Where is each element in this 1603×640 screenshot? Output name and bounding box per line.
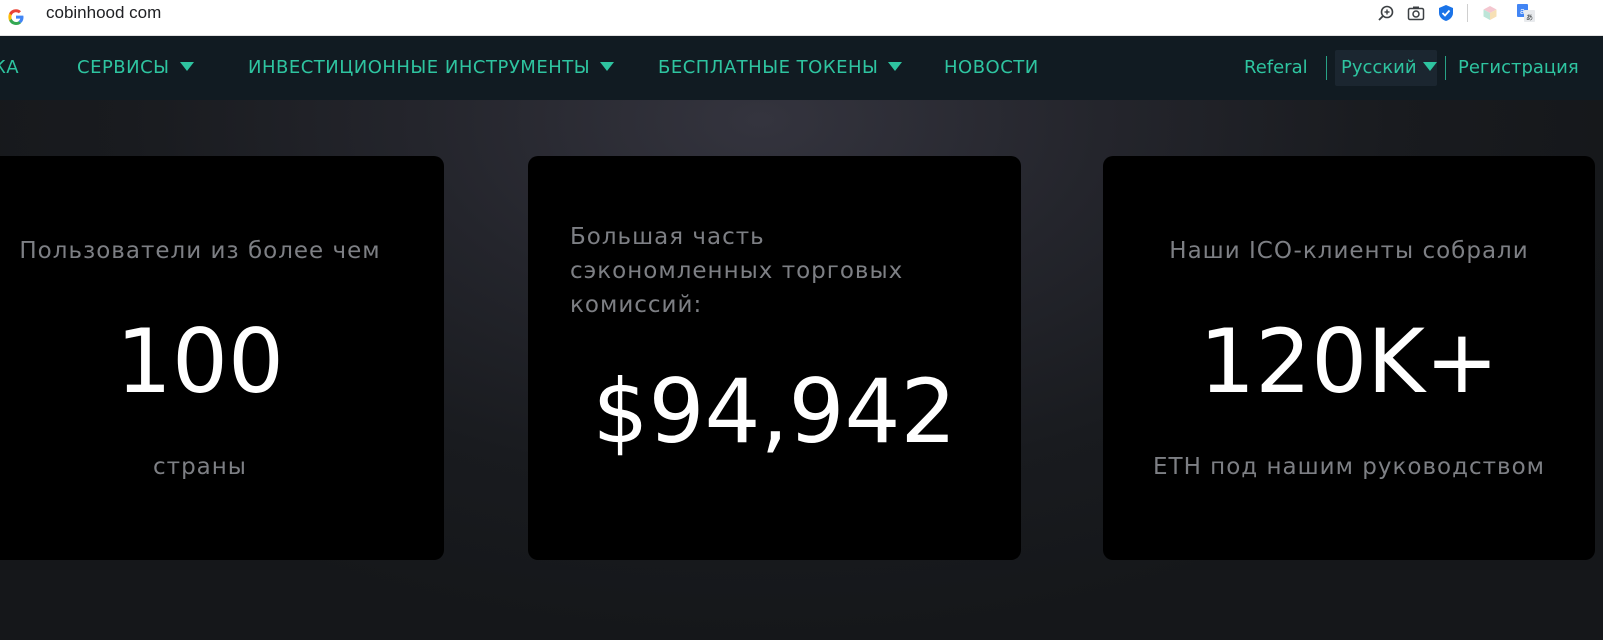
nav-item-services[interactable]: СЕРВИСЫ (77, 36, 194, 100)
caret-down-icon (179, 62, 194, 71)
nav-item-label: НОВОСТИ (944, 57, 1039, 78)
stat-top-label: Наши ICO-клиенты собрали (1169, 238, 1529, 264)
referal-link[interactable]: Referal (1244, 36, 1308, 100)
browser-address-bar: cobinhood com aあ (0, 0, 1603, 36)
stat-value: 100 (116, 310, 284, 413)
nav-item-label: КА (0, 57, 20, 78)
stat-card-ico: Наши ICO-клиенты собрали 120K+ ETH под н… (1103, 156, 1595, 560)
stat-value: $94,942 (592, 360, 957, 463)
stat-top-label: Пользователи из более чем (19, 238, 381, 264)
stat-top-label-line: Большая часть (570, 224, 765, 250)
nav-item-partial[interactable]: КА (0, 36, 19, 100)
shield-check-icon[interactable] (1436, 3, 1456, 23)
nav-item-label: СЕРВИСЫ (77, 57, 170, 78)
nav-item-investment-tools[interactable]: ИНВЕСТИЦИОННЫЕ ИНСТРУМЕНТЫ (248, 36, 615, 100)
nav-divider (1445, 56, 1446, 80)
caret-down-icon (600, 62, 615, 71)
zoom-in-icon[interactable] (1376, 3, 1396, 23)
page: cobinhood com aあ КА СЕРВИСЫ ИНВЕСТИЦИОНН… (0, 0, 1603, 640)
language-selector-label[interactable]: Русский (1341, 36, 1437, 100)
stat-bottom-label: ETH под нашим руководством (1152, 454, 1546, 480)
caret-down-icon (1422, 62, 1437, 71)
stat-card-countries: Пользователи из более чем 100 страны (0, 156, 444, 560)
extension-cube-icon[interactable] (1480, 3, 1500, 23)
stat-top-label: Большая часть сэкономленных торговых ком… (570, 220, 903, 322)
language-label: Русский (1341, 57, 1417, 78)
stat-bottom-label: страны (153, 454, 247, 480)
nav-item-label: БЕСПЛАТНЫЕ ТОКЕНЫ (658, 57, 879, 78)
nav-item-label: ИНВЕСТИЦИОННЫЕ ИНСТРУМЕНТЫ (248, 57, 591, 78)
stat-top-label-line: комиссий: (570, 292, 703, 318)
nav-item-news[interactable]: НОВОСТИ (944, 36, 1039, 100)
stat-card-savings: Большая часть сэкономленных торговых ком… (528, 156, 1021, 560)
google-icon (8, 9, 24, 25)
toolbar-divider (1467, 4, 1468, 22)
stat-value: 120K+ (1199, 310, 1499, 413)
register-link[interactable]: Регистрация (1458, 36, 1579, 100)
stat-top-label-line: сэкономленных торговых (570, 258, 904, 284)
nav-divider (1326, 56, 1327, 80)
caret-down-icon (888, 62, 903, 71)
translate-icon[interactable]: aあ (1516, 3, 1536, 23)
url-text[interactable]: cobinhood com (46, 0, 161, 26)
camera-icon[interactable] (1406, 3, 1426, 23)
stats-section: Пользователи из более чем 100 страны Бол… (0, 100, 1603, 640)
nav-item-free-tokens[interactable]: БЕСПЛАТНЫЕ ТОКЕНЫ (658, 36, 903, 100)
site-navigation: КА СЕРВИСЫ ИНВЕСТИЦИОННЫЕ ИНСТРУМЕНТЫ БЕ… (0, 36, 1603, 100)
svg-text:あ: あ (1526, 14, 1533, 22)
